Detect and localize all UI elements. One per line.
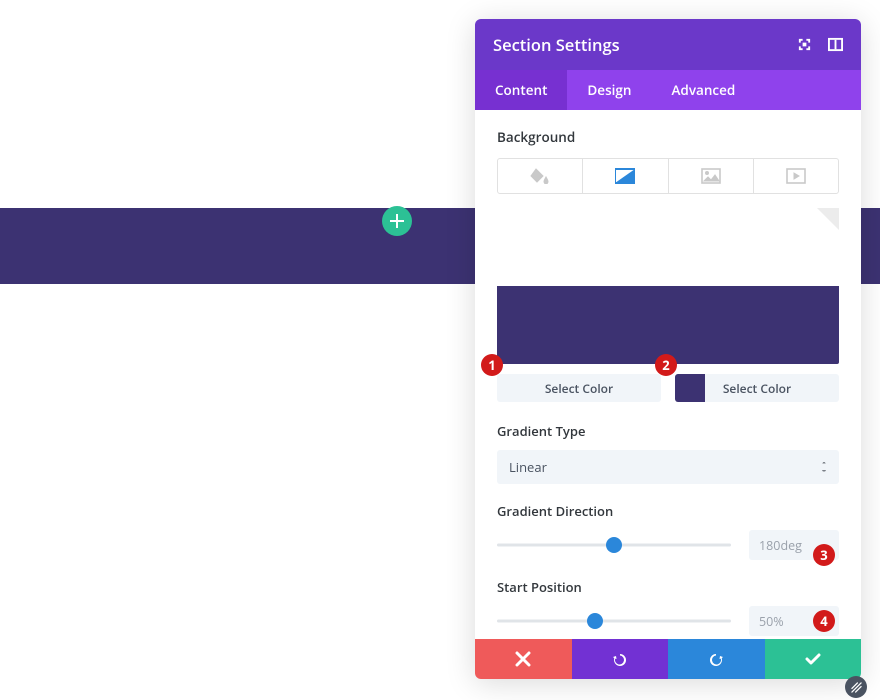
- redo-icon: [708, 651, 724, 667]
- cancel-button[interactable]: [475, 639, 572, 679]
- slider-track: [497, 620, 731, 623]
- resize-icon: [851, 682, 862, 693]
- undo-icon: [612, 651, 628, 667]
- gradient-direction-slider[interactable]: [497, 533, 731, 557]
- plus-icon: [390, 214, 404, 228]
- slider-thumb[interactable]: [587, 613, 603, 629]
- gradient-type-label: Gradient Type: [497, 422, 839, 440]
- gradient-icon: [615, 168, 635, 184]
- gradient-type-value: Linear: [509, 458, 547, 476]
- redo-button[interactable]: [668, 639, 765, 679]
- gradient-type-select[interactable]: Linear: [497, 450, 839, 484]
- gradient-direction-label: Gradient Direction: [497, 502, 839, 520]
- select-color-2-button[interactable]: Select Color: [675, 374, 839, 402]
- callout-badge-1: 1: [481, 354, 503, 376]
- bg-type-video[interactable]: [753, 159, 838, 193]
- close-icon: [515, 651, 531, 667]
- section-settings-panel: Section Settings Content Design Advanced…: [475, 19, 861, 679]
- select-color-1-button[interactable]: Select Color: [497, 374, 661, 402]
- panel-tabs: Content Design Advanced: [475, 70, 861, 110]
- bg-type-image[interactable]: [668, 159, 753, 193]
- select-color-label: Select Color: [545, 380, 613, 397]
- image-icon: [701, 168, 721, 184]
- start-position-label: Start Position: [497, 578, 839, 596]
- tab-advanced[interactable]: Advanced: [651, 70, 755, 110]
- panel-footer: [475, 639, 861, 679]
- bg-type-color[interactable]: [498, 159, 582, 193]
- paint-bucket-icon: [530, 168, 550, 184]
- column-layout-icon[interactable]: [828, 37, 843, 52]
- gradient-preview: [497, 208, 839, 364]
- background-label: Background: [497, 128, 839, 146]
- select-color-label: Select Color: [723, 380, 791, 397]
- panel-title: Section Settings: [493, 33, 620, 56]
- save-button[interactable]: [765, 639, 862, 679]
- check-icon: [805, 651, 821, 667]
- callout-badge-2: 2: [655, 354, 677, 376]
- color-swatch-2: [675, 374, 705, 402]
- background-type-tabs: [497, 158, 839, 194]
- panel-header: Section Settings: [475, 19, 861, 70]
- add-section-button[interactable]: [382, 206, 412, 236]
- callout-badge-3: 3: [813, 544, 835, 566]
- slider-thumb[interactable]: [606, 537, 622, 553]
- undo-button[interactable]: [572, 639, 669, 679]
- callout-badge-4: 4: [813, 610, 835, 632]
- video-icon: [786, 168, 806, 184]
- bg-type-gradient[interactable]: [582, 159, 667, 193]
- tab-design[interactable]: Design: [567, 70, 651, 110]
- tab-content[interactable]: Content: [475, 70, 567, 110]
- start-position-slider[interactable]: [497, 609, 731, 633]
- expand-icon[interactable]: [797, 37, 812, 52]
- resize-handle[interactable]: [845, 676, 867, 698]
